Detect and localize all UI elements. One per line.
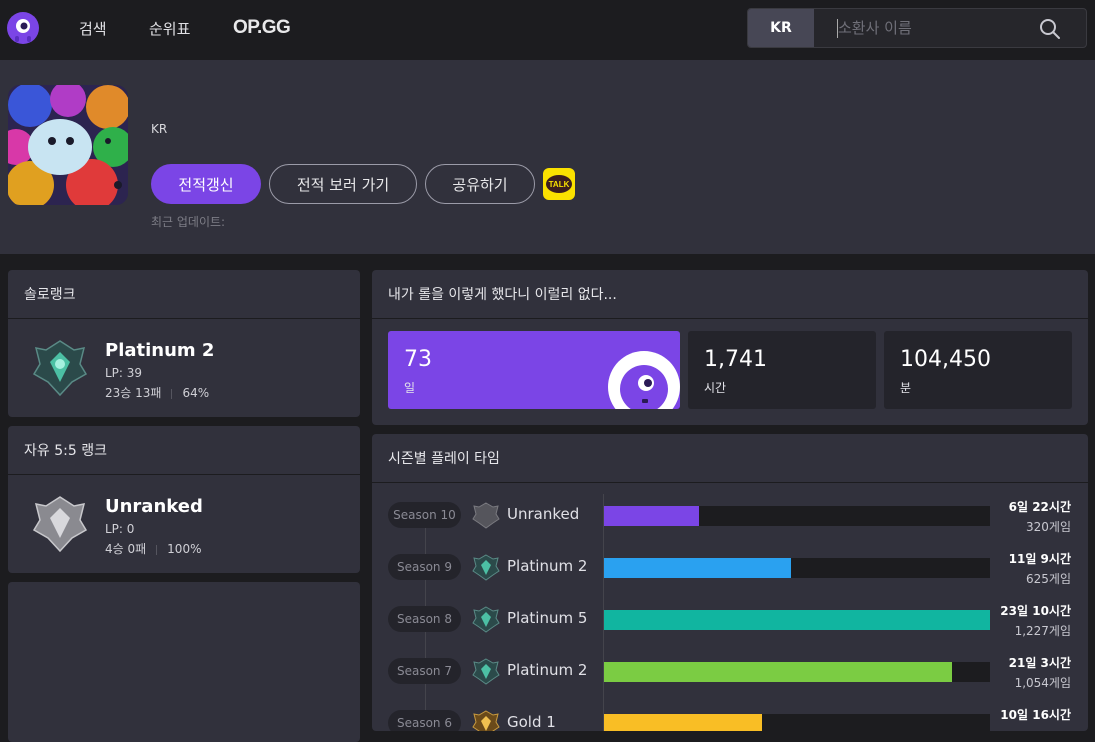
last-updated-label: 최근 업데이트: — [151, 215, 226, 229]
flex-rank-win-loss: 4승 0패 — [105, 542, 147, 556]
flex-rank-panel: 자유 5:5 랭크 Unranked LP: 0 4승 0패 100% — [8, 426, 360, 573]
search-icon[interactable] — [1039, 18, 1061, 40]
playtime-days-value: 73 — [404, 347, 432, 372]
playtime-bar — [604, 558, 791, 578]
solo-rank-record-line: 23승 13패 64% — [105, 384, 209, 401]
solo-rank-panel: 솔로랭크 Platinum 2 LP: 39 23승 13패 64% — [8, 270, 360, 417]
flex-rank-lp: LP: 0 — [105, 522, 135, 536]
unranked-emblem-icon — [472, 502, 500, 529]
season-label: Season 8 — [388, 606, 461, 632]
opgg-mascot-logo[interactable] — [6, 11, 40, 45]
season-playtime-value: 23일 10시간 — [1000, 604, 1071, 618]
total-playtime-panel: 내가 롤을 이렇게 했다니 이럴리 없다... 73 일 1,741 시간 10… — [372, 270, 1088, 425]
season-playtime-value: 6일 22시간 — [1008, 500, 1071, 514]
season-tier: Platinum 5 — [507, 609, 588, 627]
flex-rank-winrate: 100% — [167, 542, 202, 556]
playtime-days-unit: 일 — [404, 381, 416, 395]
playtime-bar-track — [604, 558, 990, 578]
season-tier: Platinum 2 — [507, 661, 588, 679]
summoner-search-bar: KR — [747, 8, 1087, 48]
playtime-hours-unit: 시간 — [704, 381, 727, 395]
playtime-bar-track — [604, 506, 990, 526]
total-playtime-title: 내가 롤을 이렇게 했다니 이럴리 없다... — [388, 287, 617, 303]
gold-emblem-icon — [472, 710, 500, 731]
platinum-emblem-icon — [472, 554, 500, 581]
season-tier: Unranked — [507, 505, 580, 523]
flex-rank-title: 자유 5:5 랭크 — [24, 443, 107, 459]
platinum-emblem-icon — [472, 606, 500, 633]
share-button[interactable]: 공유하기 — [425, 164, 535, 204]
solo-rank-lp: LP: 39 — [105, 366, 143, 380]
playtime-bar — [604, 662, 952, 682]
season-games-count: 1,054게임 — [1014, 676, 1071, 690]
panel-divider — [372, 482, 1088, 483]
empty-side-panel — [8, 582, 360, 742]
kakao-talk-icon: TALK — [546, 175, 572, 193]
panel-divider — [372, 318, 1088, 319]
season-label: Season 9 — [388, 554, 461, 580]
nav-search[interactable]: 검색 — [79, 18, 107, 39]
season-row: Season 6 Gold 1 10일 16시간 — [372, 703, 1087, 731]
playtime-bar-track — [604, 610, 990, 630]
solo-rank-tier: Platinum 2 — [105, 340, 215, 361]
playtime-bar — [604, 506, 700, 526]
season-playtime-title: 시즌별 플레이 타임 — [388, 451, 500, 467]
kakao-talk-share-button[interactable]: TALK — [543, 168, 575, 200]
playtime-minutes-unit: 분 — [900, 381, 912, 395]
playtime-days-card: 73 일 — [388, 331, 680, 409]
region-select-button[interactable]: KR — [748, 9, 814, 47]
flex-rank-record-line: 4승 0패 100% — [105, 540, 201, 557]
playtime-bar — [604, 714, 762, 731]
season-tier: Gold 1 — [507, 713, 556, 731]
solo-rank-winrate: 64% — [182, 386, 210, 400]
playtime-bar-track — [604, 662, 990, 682]
platinum-rank-emblem-icon — [32, 340, 88, 397]
season-row: Season 7 Platinum 2 21일 3시간 1,054게임 — [372, 651, 1087, 691]
summoner-name-input[interactable] — [838, 9, 1038, 47]
season-row: Season 9 Platinum 2 11일 9시간 625게임 — [372, 547, 1087, 587]
solo-rank-title: 솔로랭크 — [24, 287, 76, 303]
season-games-count: 625게임 — [1026, 572, 1071, 586]
season-row: Season 10 Unranked 6일 22시간 320게임 — [372, 495, 1087, 535]
season-games-count: 320게임 — [1026, 520, 1071, 534]
season-playtime-panel: 시즌별 플레이 타임 Season 10 Unranked 6일 22시간 320게임… — [372, 434, 1088, 731]
nav-leaderboard[interactable]: 순위표 — [149, 18, 190, 39]
season-tier: Platinum 2 — [507, 557, 588, 575]
refresh-record-button[interactable]: 전적갱신 — [151, 164, 261, 204]
nav-opgg-brand[interactable]: OP.GG — [233, 17, 291, 39]
svg-text:TALK: TALK — [549, 180, 570, 189]
view-history-button[interactable]: 전적 보러 가기 — [269, 164, 417, 204]
season-games-count: 1,227게임 — [1014, 624, 1071, 638]
season-playtime-value: 21일 3시간 — [1008, 656, 1071, 670]
panel-divider — [8, 474, 360, 475]
poro-profile-image — [8, 85, 128, 205]
season-row: Season 8 Platinum 5 23일 10시간 1,227게임 — [372, 599, 1087, 639]
playtime-minutes-card: 104,450 분 — [884, 331, 1072, 409]
season-playtime-value: 11일 9시간 — [1008, 552, 1071, 566]
panel-divider — [8, 318, 360, 319]
playtime-hours-value: 1,741 — [704, 347, 767, 372]
summoner-region: KR — [151, 122, 168, 136]
flex-rank-tier: Unranked — [105, 496, 203, 517]
profile-icon — [8, 85, 128, 205]
top-navigation-bar: 검색 순위표 OP.GG KR — [0, 0, 1095, 57]
profile-header: KR 전적갱신 전적 보러 가기 공유하기 TALK 최근 업데이트: — [0, 60, 1095, 254]
playtime-hours-card: 1,741 시간 — [688, 331, 876, 409]
season-playtime-value: 10일 16시간 — [1000, 708, 1071, 722]
season-label: Season 6 — [388, 710, 461, 731]
playtime-bar — [604, 610, 990, 630]
playtime-bar-track — [604, 714, 990, 731]
unranked-emblem-icon — [32, 496, 88, 553]
season-label: Season 7 — [388, 658, 461, 684]
season-label: Season 10 — [388, 502, 461, 528]
playtime-minutes-value: 104,450 — [900, 347, 991, 372]
solo-rank-win-loss: 23승 13패 — [105, 386, 162, 400]
mascot-icon — [608, 351, 680, 409]
platinum-emblem-icon — [472, 658, 500, 685]
